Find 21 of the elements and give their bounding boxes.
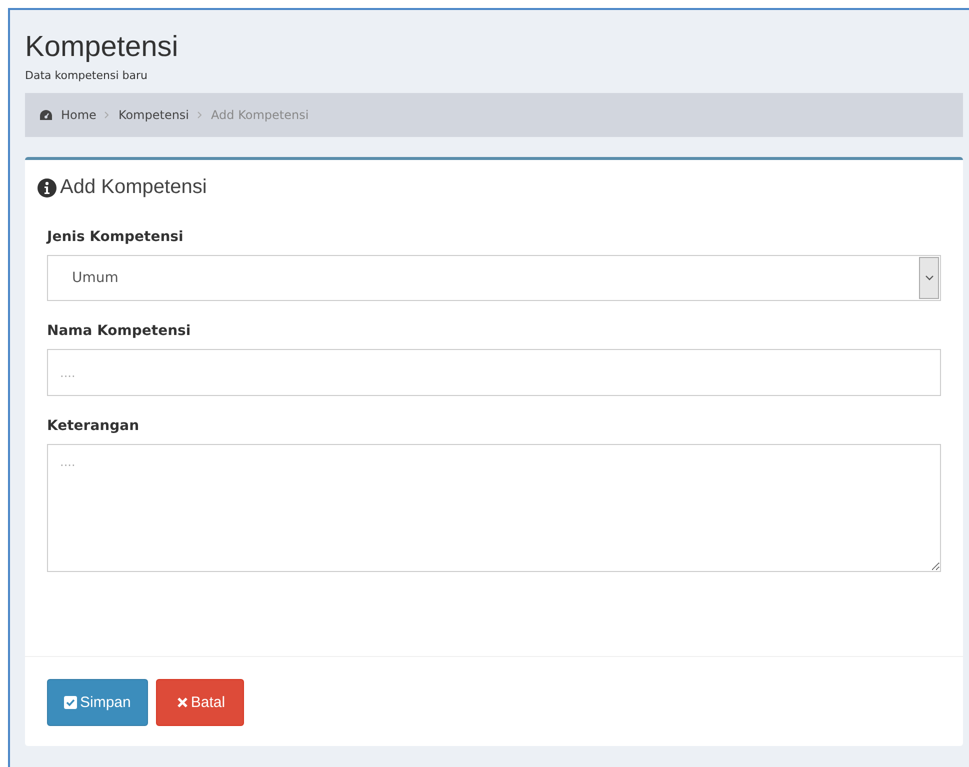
panel-title: Add Kompetensi (60, 176, 207, 199)
breadcrumb-separator-icon (104, 111, 110, 119)
close-icon (176, 697, 188, 708)
breadcrumb-link[interactable]: Home (61, 108, 96, 122)
field-label: Jenis Kompetensi (47, 229, 184, 245)
field-label: Nama Kompetensi (47, 323, 191, 339)
page-subtitle: Data kompetensi baru (25, 69, 148, 82)
field-label: Keterangan (47, 418, 140, 434)
checkbox-icon (64, 696, 77, 709)
breadcrumb-link[interactable]: Kompetensi (118, 108, 190, 122)
info-icon (37, 178, 57, 198)
breadcrumb-current: Add Kompetensi (211, 108, 309, 122)
breadcrumb-separator-icon (197, 111, 204, 119)
dashboard-icon (39, 109, 53, 121)
input-field[interactable]: .... (47, 349, 941, 396)
cancel-button[interactable]: Batal (156, 679, 244, 726)
select-dropdown[interactable]: Umum (47, 255, 941, 301)
chevron-down-icon[interactable] (919, 257, 939, 299)
save-button[interactable]: Simpan (47, 679, 148, 726)
page-title: Kompetensi (25, 30, 180, 64)
textarea-field[interactable]: .... (47, 444, 941, 572)
